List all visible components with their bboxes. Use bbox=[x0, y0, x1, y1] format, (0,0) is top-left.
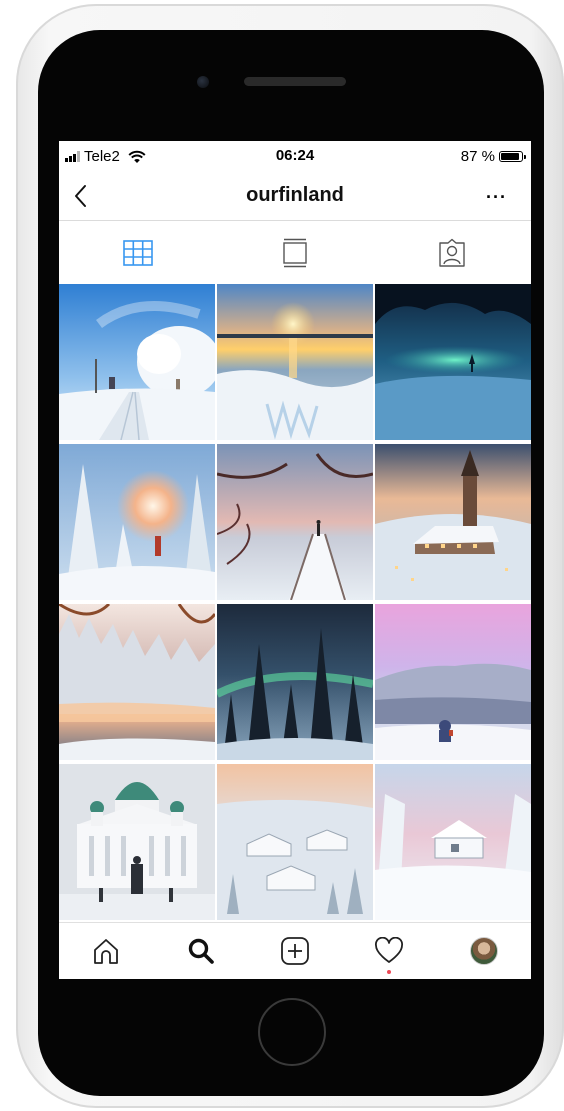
tab-feed-view[interactable] bbox=[216, 221, 373, 284]
post-thumbnail[interactable] bbox=[59, 284, 215, 440]
post-thumbnail[interactable] bbox=[217, 764, 373, 920]
nav-new-post[interactable] bbox=[248, 923, 342, 979]
post-thumbnail[interactable] bbox=[217, 444, 373, 600]
status-bar: Tele2 06:24 87 % bbox=[59, 141, 531, 171]
add-post-icon bbox=[281, 937, 309, 965]
profile-view-tabs bbox=[59, 221, 531, 284]
heart-icon bbox=[375, 937, 404, 963]
post-thumbnail[interactable] bbox=[375, 444, 531, 600]
front-camera bbox=[197, 76, 209, 88]
nav-profile[interactable] bbox=[437, 923, 531, 979]
search-icon bbox=[188, 938, 214, 964]
notification-dot bbox=[387, 970, 392, 974]
home-hardware-button[interactable] bbox=[258, 998, 326, 1066]
home-icon bbox=[94, 939, 119, 964]
post-thumbnail[interactable] bbox=[59, 604, 215, 760]
tagged-person-icon bbox=[439, 238, 466, 267]
post-thumbnail[interactable] bbox=[375, 764, 531, 920]
avatar bbox=[469, 937, 498, 965]
post-thumbnail[interactable] bbox=[217, 284, 373, 440]
post-thumbnail[interactable] bbox=[375, 284, 531, 440]
post-thumbnail[interactable] bbox=[375, 604, 531, 760]
tab-tagged-view[interactable] bbox=[374, 221, 531, 284]
grid-icon bbox=[122, 239, 153, 266]
post-thumbnail[interactable] bbox=[59, 444, 215, 600]
bottom-tab-bar bbox=[59, 922, 531, 979]
post-grid bbox=[59, 284, 531, 922]
more-horizontal-icon[interactable]: ··· bbox=[486, 187, 507, 208]
nav-search[interactable] bbox=[153, 923, 247, 979]
profile-header: ourfinland ··· bbox=[59, 171, 531, 221]
profile-username: ourfinland bbox=[246, 184, 344, 206]
nav-home[interactable] bbox=[59, 923, 153, 979]
earpiece-speaker bbox=[244, 77, 346, 86]
battery-percent: 87 % bbox=[460, 148, 495, 165]
feed-icon bbox=[283, 238, 307, 267]
post-thumbnail[interactable] bbox=[59, 764, 215, 920]
tab-grid-view[interactable] bbox=[59, 221, 216, 284]
post-thumbnail[interactable] bbox=[217, 604, 373, 760]
nav-activity[interactable] bbox=[342, 923, 436, 979]
battery-icon bbox=[499, 151, 526, 162]
app-screen: Tele2 06:24 87 % ourfinland ··· bbox=[59, 141, 531, 979]
